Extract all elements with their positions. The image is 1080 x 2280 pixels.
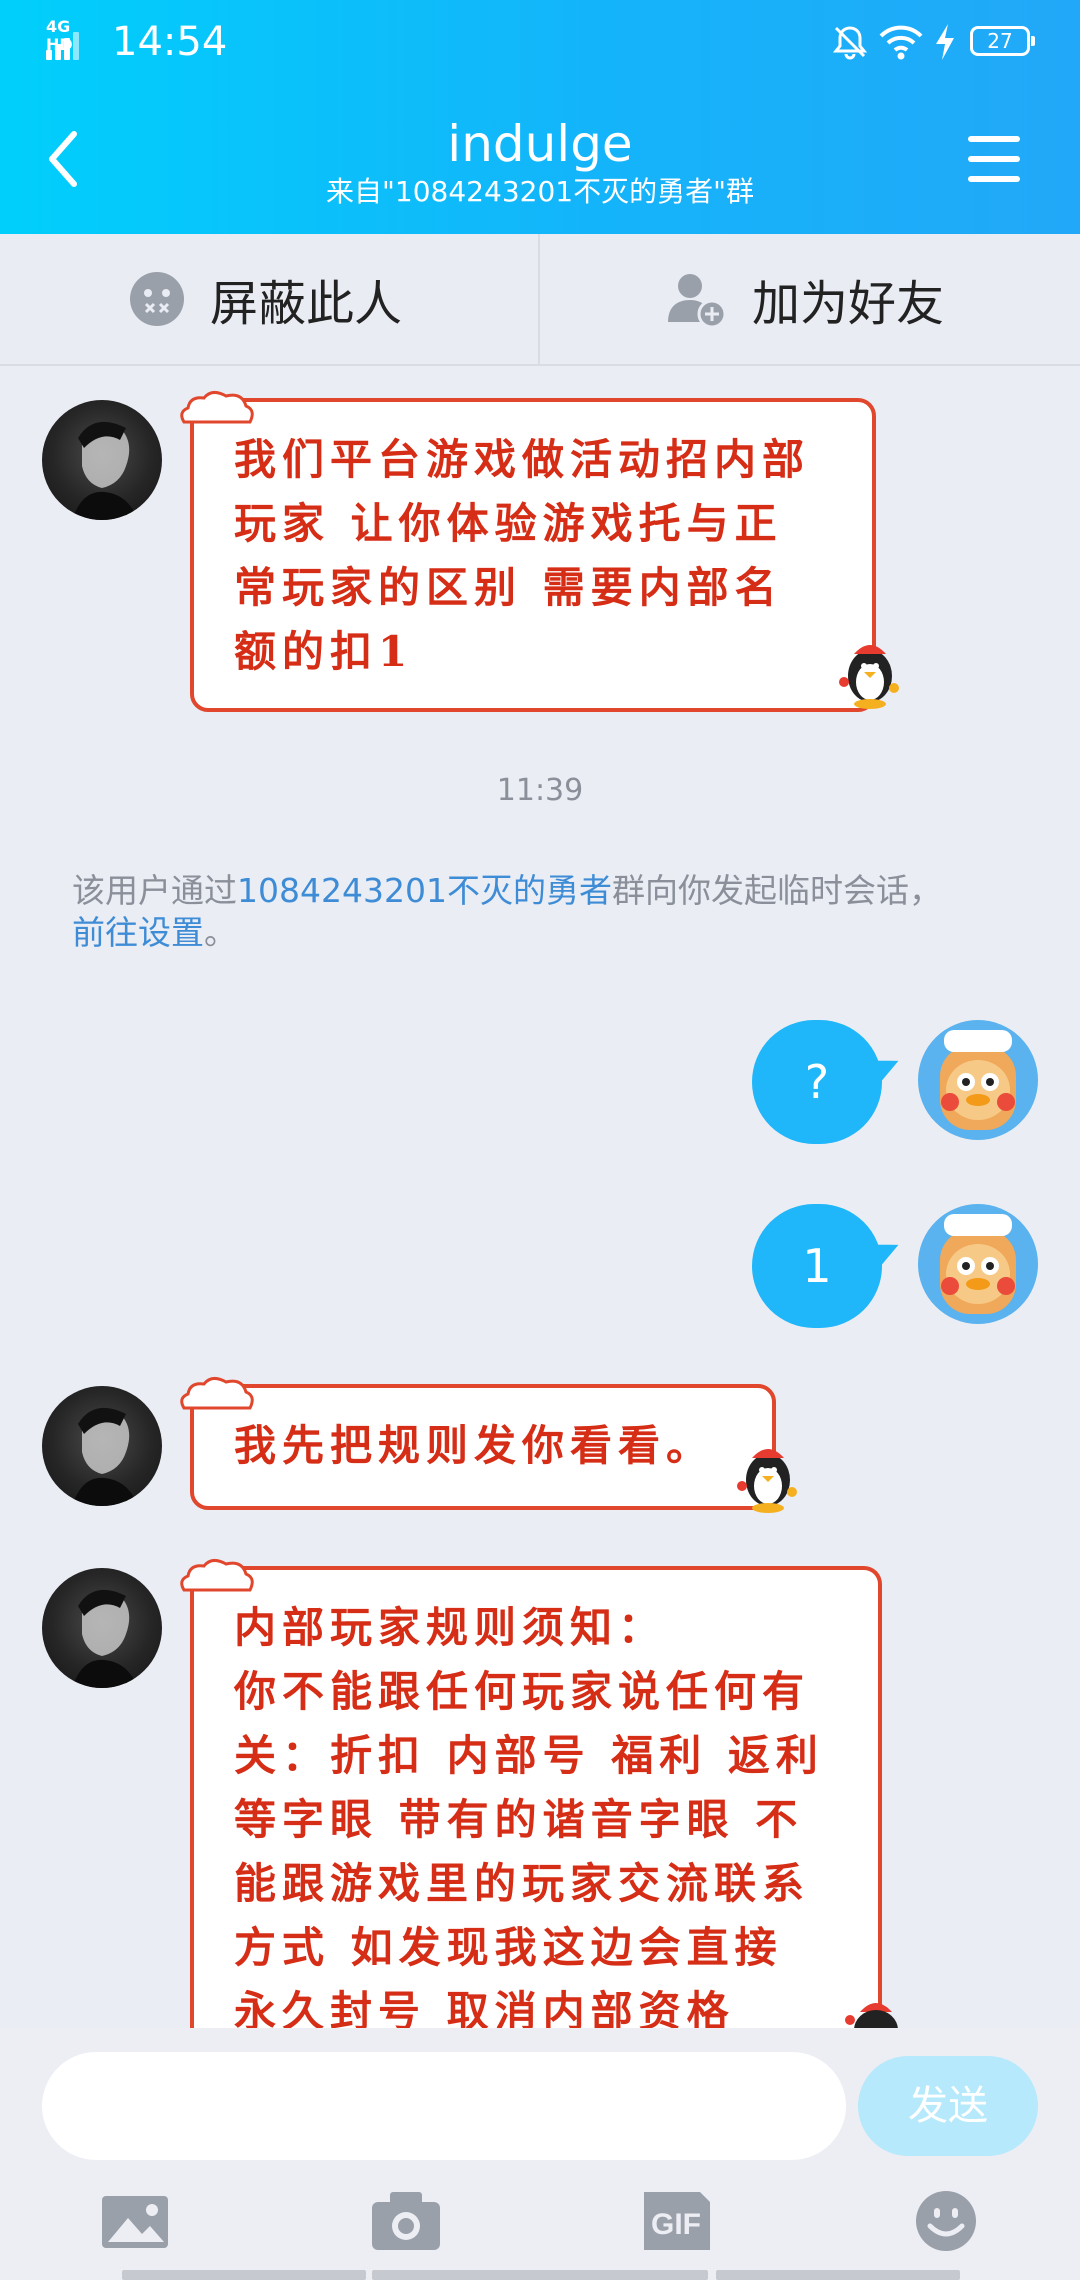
group-link[interactable]: 1084243201不灭的勇者 [237, 871, 612, 910]
battery-indicator: 27 [970, 26, 1035, 56]
chat-header: 4G HD 14:54 27 indulge 来自"1084243201不灭的勇… [0, 0, 1080, 234]
message-line: 我先把规则发你看看。 [234, 1421, 715, 1470]
message-line: 永久封号 取消内部资格 [234, 1987, 735, 2028]
sender-avatar[interactable] [42, 1386, 162, 1506]
emoji-icon[interactable] [906, 2188, 986, 2254]
status-bar: 4G HD 14:54 27 [0, 0, 1080, 84]
panel-tab-indicator [122, 2270, 366, 2280]
block-user-button[interactable]: 屏蔽此人 [128, 234, 402, 364]
penguin-sticker-icon [839, 645, 899, 709]
chat-title: indulge [447, 115, 633, 173]
message-bubble-incoming: 我先把规则发你看看。 [190, 1384, 776, 1510]
status-time: 14:54 [112, 19, 228, 65]
my-avatar[interactable] [918, 1204, 1038, 1324]
message-timestamp: 11:39 [496, 773, 584, 808]
chat-subtitle: 来自"1084243201不灭的勇者"群 [326, 175, 754, 208]
avatar-cartoon [940, 1214, 1016, 1314]
message-line: 额的扣1 [234, 627, 414, 676]
block-user-icon [130, 272, 184, 326]
system-notice-text: 该用户通过 [72, 871, 237, 910]
message-bubble-incoming: 内部玩家规则须知： 你不能跟任何玩家说任何有 关：折扣 内部号 福利 返利 等字… [190, 1566, 882, 2028]
action-bar: 屏蔽此人 加为好友 [0, 234, 1080, 366]
settings-link[interactable]: 前往设置 [72, 913, 204, 952]
panel-tab-indicator [372, 2270, 708, 2280]
system-notice-text: 。 [204, 913, 237, 952]
message-line: 玩家 让你体验游戏托与正 [234, 499, 783, 548]
add-friend-label: 加为好友 [752, 276, 945, 332]
add-friend-icon [668, 274, 727, 328]
penguin-sticker-icon [845, 2003, 898, 2028]
message-line: 关：折扣 内部号 福利 返利 [234, 1731, 824, 1780]
bubble-cloud-icon [180, 391, 254, 424]
composer-bar: 发送 GIF [0, 2028, 1080, 2280]
avatar-silhouette [72, 1407, 138, 1506]
system-notice: 该用户通过1084243201不灭的勇者群向你发起临时会话， 前往设置。 [72, 870, 1022, 954]
hamburger-menu-icon[interactable] [968, 134, 1024, 184]
avatar-silhouette [72, 1589, 138, 1688]
message-line: 内部玩家规则须知： [234, 1603, 667, 1652]
message-line: 方式 如发现我这边会直接 [234, 1923, 783, 1972]
panel-tab-indicator [716, 2270, 960, 2280]
avatar-cartoon [940, 1030, 1016, 1130]
charging-icon [936, 24, 954, 60]
my-avatar[interactable] [918, 1020, 1038, 1140]
message-line: 我们平台游戏做活动招内部 [234, 435, 811, 484]
action-divider [538, 234, 540, 364]
message-line: 等字眼 带有的谐音字眼 不 [234, 1795, 804, 1844]
message-line: 常玩家的区别 需要内部名 [234, 563, 783, 612]
message-bubble-outgoing: ? [752, 1020, 882, 1144]
avatar-silhouette [72, 421, 138, 520]
camera-icon[interactable] [366, 2188, 446, 2254]
gif-icon[interactable]: GIF [636, 2188, 716, 2254]
sender-avatar[interactable] [42, 400, 162, 520]
bubble-cloud-icon [180, 1559, 254, 1592]
system-notice-text: 群向你发起临时会话， [611, 871, 942, 910]
penguin-sticker-icon [737, 1449, 797, 1513]
block-user-label: 屏蔽此人 [210, 276, 403, 332]
message-line: 能跟游戏里的玩家交流联系 [234, 1859, 811, 1908]
sender-avatar[interactable] [42, 1568, 162, 1688]
bubble-cloud-icon [180, 1377, 254, 1410]
wifi-icon [879, 25, 923, 60]
message-bubble-incoming: 我们平台游戏做活动招内部 玩家 让你体验游戏托与正 常玩家的区别 需要内部名 额… [190, 398, 876, 712]
image-icon[interactable] [96, 2188, 176, 2254]
svg-text:GIF: GIF [651, 2208, 701, 2241]
add-friend-button[interactable]: 加为好友 [666, 234, 944, 364]
message-input[interactable] [42, 2052, 846, 2160]
mute-bell-icon [832, 26, 868, 60]
network-indicator: 4G HD [46, 18, 102, 60]
send-button[interactable]: 发送 [858, 2056, 1038, 2156]
message-line: 你不能跟任何玩家说任何有 [234, 1667, 811, 1716]
message-bubble-outgoing: 1 [752, 1204, 882, 1328]
